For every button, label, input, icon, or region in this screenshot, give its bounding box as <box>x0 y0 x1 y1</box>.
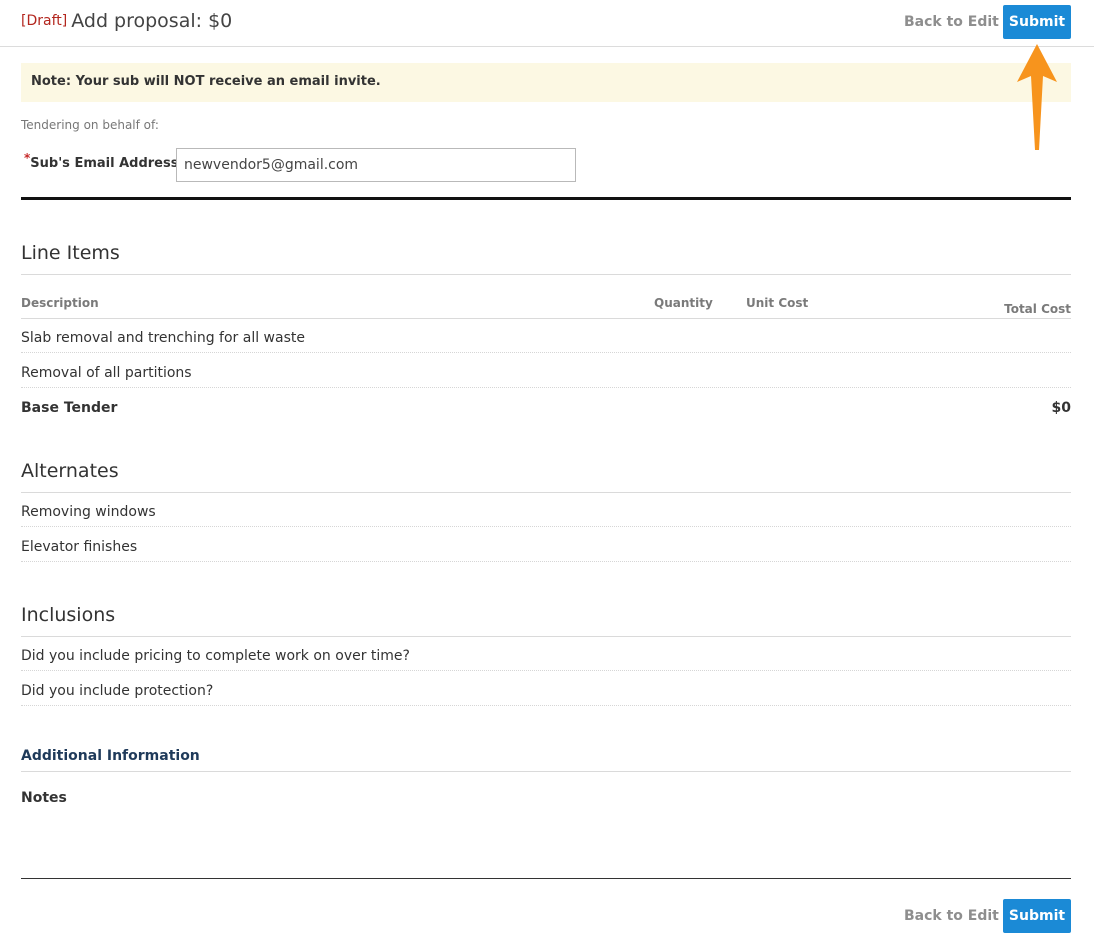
divider <box>21 492 1071 493</box>
base-tender-label: Base Tender <box>21 400 118 416</box>
page-header: [Draft] Add proposal: $0 Back to Edit Sub… <box>0 0 1094 47</box>
divider <box>21 274 1071 275</box>
row-divider <box>21 705 1071 706</box>
draft-badge: [Draft] <box>21 13 68 29</box>
submit-button[interactable]: Submit <box>1003 5 1071 39</box>
column-header-description: Description <box>21 296 99 310</box>
row-divider <box>21 561 1071 562</box>
line-item-row: Removal of all partitions <box>21 365 192 381</box>
inclusion-row: Did you include pricing to complete work… <box>21 648 410 664</box>
line-items-title: Line Items <box>21 242 120 264</box>
notes-label: Notes <box>21 790 67 806</box>
divider <box>21 771 1071 772</box>
footer-divider <box>21 878 1071 879</box>
footer-back-to-edit-link[interactable]: Back to Edit <box>904 908 999 924</box>
divider <box>21 318 1071 319</box>
inclusion-row: Did you include protection? <box>21 683 214 699</box>
required-marker: * <box>24 151 31 165</box>
inclusions-title: Inclusions <box>21 604 116 626</box>
row-divider <box>21 526 1071 527</box>
row-divider <box>21 670 1071 671</box>
tendering-label: Tendering on behalf of: <box>21 118 159 132</box>
alternates-title: Alternates <box>21 460 119 482</box>
page-title-text: Add proposal: $0 <box>71 10 233 32</box>
row-divider <box>21 387 1071 388</box>
email-field-label: *Sub's Email Address <box>24 151 179 171</box>
section-divider <box>21 197 1071 200</box>
email-field-label-text: Sub's Email Address <box>30 156 179 171</box>
email-invite-note: Note: Your sub will NOT receive an email… <box>21 63 1071 102</box>
email-field[interactable] <box>176 148 576 182</box>
base-tender-value: $0 <box>1051 400 1071 416</box>
column-header-unit-cost: Unit Cost <box>746 296 809 310</box>
footer-submit-button[interactable]: Submit <box>1003 899 1071 933</box>
divider <box>21 636 1071 637</box>
column-header-total-cost: Total Cost <box>1004 302 1071 316</box>
back-to-edit-link[interactable]: Back to Edit <box>904 14 999 30</box>
row-divider <box>21 352 1071 353</box>
page-title: [Draft] Add proposal: $0 <box>21 10 232 32</box>
additional-info-title: Additional Information <box>21 748 200 764</box>
line-item-row: Slab removal and trenching for all waste <box>21 330 305 346</box>
annotation-arrow-icon <box>1017 44 1057 150</box>
column-header-quantity: Quantity <box>654 296 713 310</box>
alternate-row: Elevator finishes <box>21 539 138 555</box>
alternate-row: Removing windows <box>21 504 156 520</box>
